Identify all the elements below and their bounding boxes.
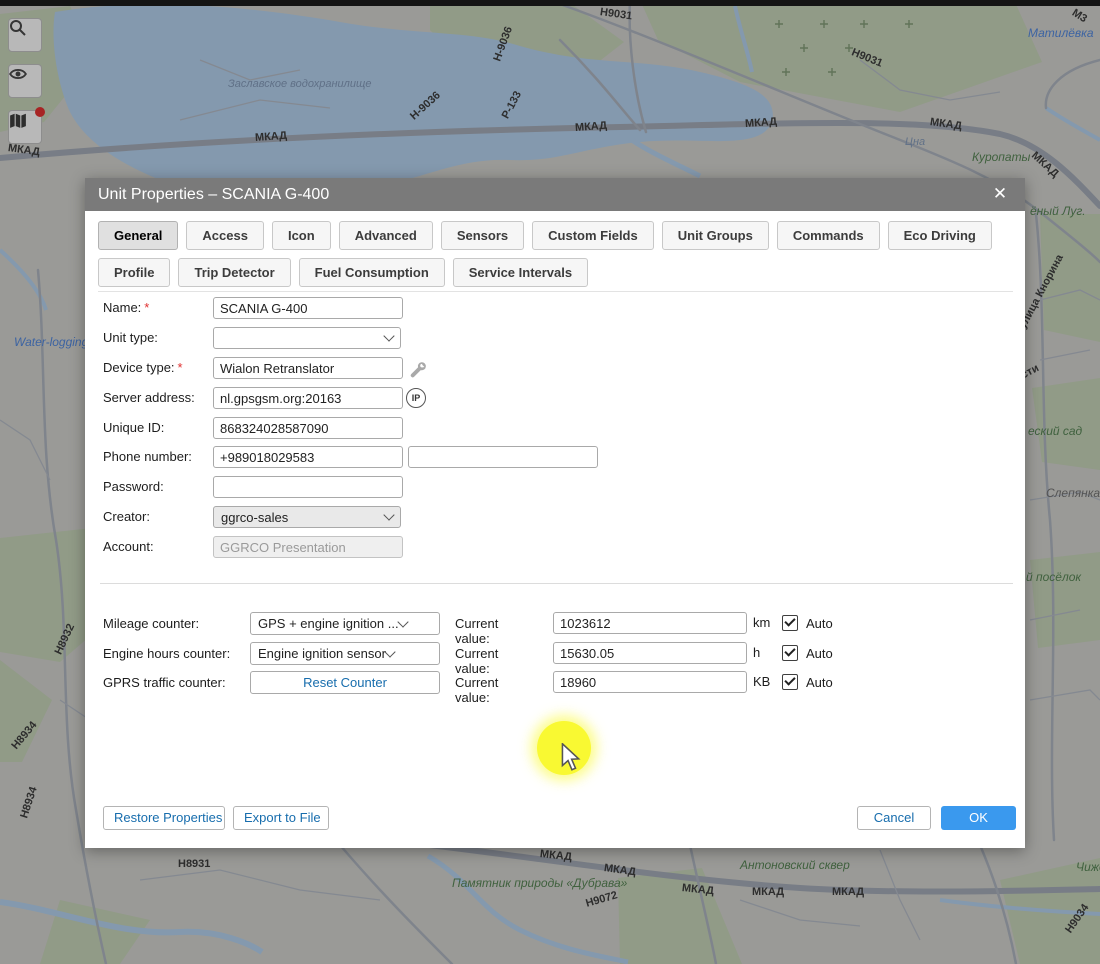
tab-commands[interactable]: Commands (777, 221, 880, 250)
tab-service-intervals[interactable]: Service Intervals (453, 258, 588, 287)
mileage-unit: km (753, 615, 770, 630)
unique-id-input[interactable] (213, 417, 403, 439)
phone-number-input-2[interactable] (408, 446, 598, 468)
check-icon (784, 615, 795, 626)
tab-trip-detector[interactable]: Trip Detector (178, 258, 290, 287)
tab-eco-driving[interactable]: Eco Driving (888, 221, 992, 250)
wrench-icon[interactable] (408, 359, 428, 379)
tab-fuel-consumption[interactable]: Fuel Consumption (299, 258, 445, 287)
current-value-label: Current value: (455, 646, 498, 676)
tab-icon[interactable]: Icon (272, 221, 331, 250)
chevron-down-icon (383, 330, 394, 341)
password-input[interactable] (213, 476, 403, 498)
mileage-auto-label: Auto (806, 616, 833, 631)
gprs-current-value-input[interactable] (553, 671, 747, 693)
tab-custom-fields[interactable]: Custom Fields (532, 221, 654, 250)
unit-type-label: Unit type: (103, 330, 158, 345)
current-value-label: Current value: (455, 616, 498, 646)
counters-divider (100, 583, 1013, 584)
gprs-auto-label: Auto (806, 675, 833, 690)
gprs-traffic-counter-label: GPRS traffic counter: (103, 675, 226, 690)
name-input[interactable] (213, 297, 403, 319)
creator-value: ggrco-sales (221, 510, 385, 525)
mileage-current-value-input[interactable] (553, 612, 747, 634)
reset-counter-button[interactable]: Reset Counter (250, 671, 440, 694)
tab-row-2: Profile Trip Detector Fuel Consumption S… (98, 258, 1015, 287)
server-address-input[interactable] (213, 387, 403, 409)
tab-access[interactable]: Access (186, 221, 264, 250)
server-address-label: Server address: (103, 390, 195, 405)
gprs-unit: KB (753, 674, 770, 689)
tab-sensors[interactable]: Sensors (441, 221, 524, 250)
required-asterisk: * (178, 360, 183, 375)
engine-hours-counter-label: Engine hours counter: (103, 646, 230, 661)
unique-id-label: Unique ID: (103, 420, 164, 435)
tab-row-1: General Access Icon Advanced Sensors Cus… (98, 221, 1015, 250)
close-icon[interactable]: ✕ (989, 183, 1011, 205)
password-label: Password: (103, 479, 164, 494)
engine-hours-auto-label: Auto (806, 646, 833, 661)
screen: МатилёвкаЗаславское водохранилищеH9031H9… (0, 0, 1100, 964)
phone-number-label: Phone number: (103, 449, 192, 464)
export-to-file-button[interactable]: Export to File (233, 806, 329, 830)
tab-general[interactable]: General (98, 221, 178, 250)
dialog-titlebar: Unit Properties – SCANIA G-400 ✕ (85, 178, 1025, 211)
account-label: Account: (103, 539, 154, 554)
top-window-edge (0, 0, 1100, 6)
required-asterisk: * (144, 300, 149, 315)
engine-hours-counter-select[interactable]: Engine ignition sensor (250, 642, 440, 665)
name-label: Name:* (103, 300, 149, 315)
tab-advanced[interactable]: Advanced (339, 221, 433, 250)
current-value-label: Current value: (455, 675, 498, 705)
unit-type-select[interactable] (213, 327, 401, 349)
mileage-counter-value: GPS + engine ignition ... (258, 616, 399, 631)
creator-label: Creator: (103, 509, 150, 524)
restore-properties-button[interactable]: Restore Properties (103, 806, 225, 830)
ok-button[interactable]: OK (941, 806, 1016, 830)
engine-hours-auto-checkbox[interactable] (782, 645, 798, 661)
device-type-label: Device type:* (103, 360, 183, 375)
mileage-counter-label: Mileage counter: (103, 616, 199, 631)
phone-number-input[interactable] (213, 446, 403, 468)
tab-unit-groups[interactable]: Unit Groups (662, 221, 769, 250)
dialog-tabs: General Access Icon Advanced Sensors Cus… (98, 221, 1015, 295)
tab-profile[interactable]: Profile (98, 258, 170, 287)
mouse-cursor-icon (560, 743, 582, 771)
mileage-counter-select[interactable]: GPS + engine ignition ... (250, 612, 440, 635)
chevron-down-icon (383, 509, 394, 520)
ip-icon[interactable]: IP (406, 388, 426, 408)
check-icon (784, 674, 795, 685)
check-icon (784, 645, 795, 656)
tabs-divider (98, 291, 1013, 292)
gprs-auto-checkbox[interactable] (782, 674, 798, 690)
creator-select[interactable]: ggrco-sales (213, 506, 401, 528)
engine-hours-unit: h (753, 645, 760, 660)
cancel-button[interactable]: Cancel (857, 806, 931, 830)
account-input (213, 536, 403, 558)
mileage-auto-checkbox[interactable] (782, 615, 798, 631)
engine-hours-counter-value: Engine ignition sensor (258, 646, 386, 661)
dialog-title: Unit Properties – SCANIA G-400 (98, 186, 329, 204)
device-type-input[interactable] (213, 357, 403, 379)
chevron-down-icon (397, 616, 408, 627)
engine-hours-current-value-input[interactable] (553, 642, 747, 664)
